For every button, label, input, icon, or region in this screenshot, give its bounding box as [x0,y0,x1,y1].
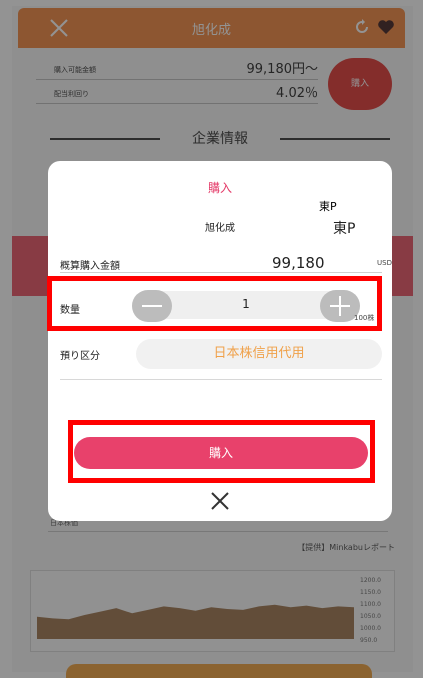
market-label: 東P [333,221,356,237]
modal-divider [60,379,382,380]
account-type-selector[interactable]: 日本株信用代用 [136,339,382,369]
modal-title: 購入 [207,181,232,195]
amount-label: 概算購入金額 [60,261,120,272]
highlight-buy-button [68,420,375,483]
amount-row: 概算購入金額 99,180 USD [60,253,392,273]
account-label: 預り区分 [60,351,100,362]
market-label-floating: 東P [319,200,337,213]
close-icon[interactable] [210,491,230,511]
highlight-quantity [47,276,382,331]
amount-unit: USD [377,259,392,267]
amount-value: 99,180 [272,254,325,272]
account-row: 預り区分 日本株信用代用 [60,337,382,369]
screen: 旭化成 購入可能金額 99,180円〜 配当利回り 4.02％ 購入 企業情報 … [0,0,423,678]
